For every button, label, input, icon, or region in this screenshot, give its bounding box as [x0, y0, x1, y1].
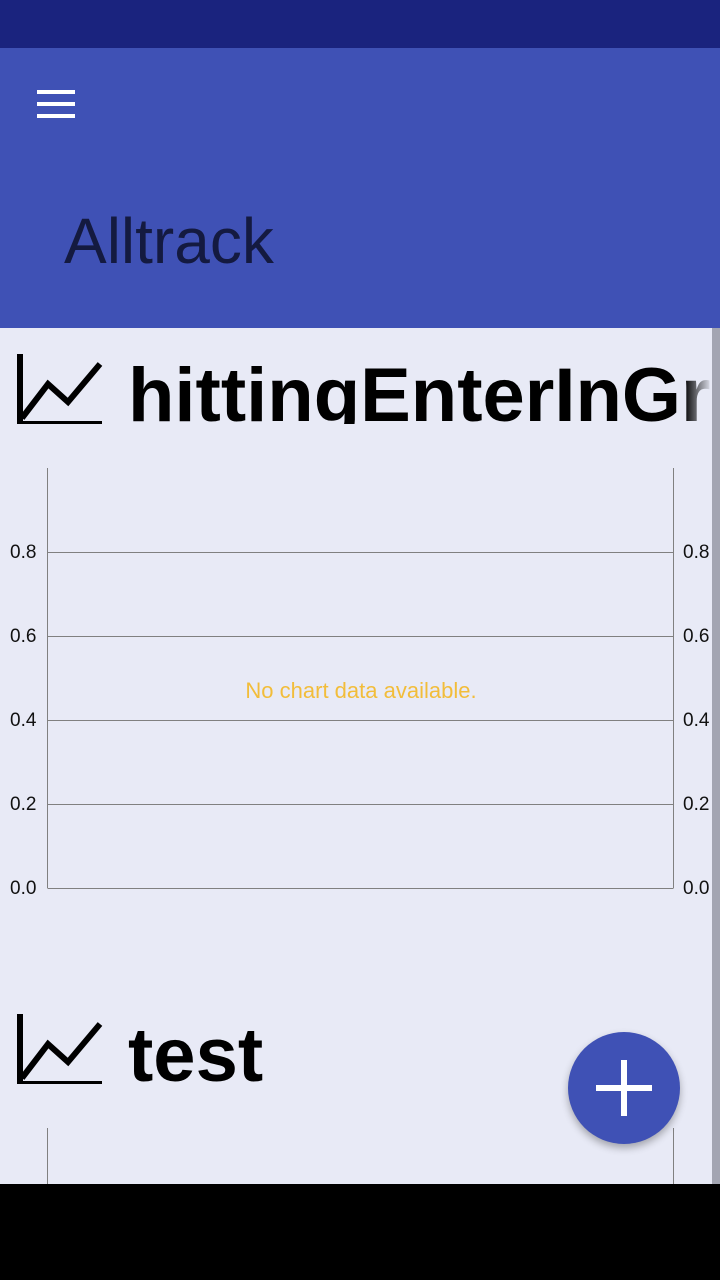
y-tick-label-left: 0.4 [10, 709, 37, 731]
plus-icon [596, 1060, 652, 1116]
show-chart-icon [17, 354, 103, 424]
navigation-bar [0, 1184, 720, 1280]
y-tick-label-left: 0.6 [10, 625, 37, 647]
y-tick-label-right: 0.4 [683, 709, 710, 731]
graph-title: hittingEnterInGra [128, 353, 712, 424]
graph-title: test [128, 1013, 264, 1084]
y-tick-label-left: 0.2 [10, 793, 37, 815]
y-tick-label-left: 0.8 [10, 541, 37, 563]
app-title: Alltrack [64, 205, 274, 277]
y-tick-label-left: 0.0 [10, 877, 37, 899]
graph-chart[interactable]: No chart data available. 0.0 0.2 0.4 0.6 0.8… [0, 458, 720, 898]
hamburger-menu-icon [37, 90, 75, 118]
graph-header[interactable]: hittingEnterInGra [0, 328, 712, 424]
status-bar [0, 0, 720, 48]
add-graph-button[interactable] [568, 1032, 680, 1144]
show-chart-icon [17, 1014, 103, 1084]
y-tick-label-right: 0.6 [683, 625, 710, 647]
title-fade [684, 328, 712, 424]
y-tick-label-right: 0.0 [683, 877, 710, 899]
app-bar: Alltrack [0, 48, 720, 328]
y-tick-label-right: 0.8 [683, 541, 710, 563]
y-tick-label-right: 0.2 [683, 793, 710, 815]
menu-button[interactable] [20, 78, 92, 130]
scrollbar[interactable] [712, 328, 720, 1184]
no-data-message: No chart data available. [245, 678, 477, 703]
